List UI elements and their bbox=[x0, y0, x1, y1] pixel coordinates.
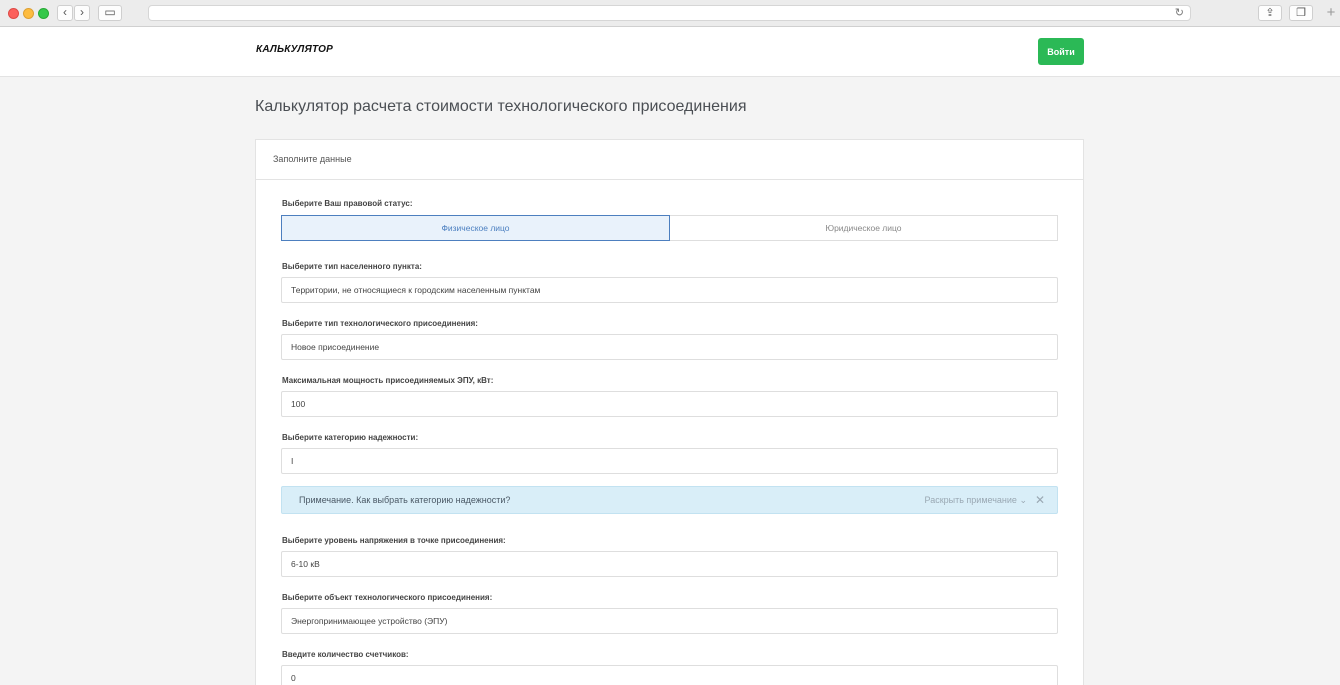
close-window-button[interactable] bbox=[8, 8, 19, 19]
chevron-down-icon: ⌄ bbox=[1019, 495, 1027, 505]
legal-status-individual[interactable]: Физическое лицо bbox=[281, 215, 670, 241]
object-select[interactable]: Энергопринимающее устройство (ЭПУ) bbox=[281, 608, 1058, 634]
back-button[interactable]: ‹ bbox=[57, 5, 73, 21]
address-bar[interactable]: ↻ bbox=[148, 5, 1191, 21]
settlement-type-label: Выберите тип населенного пункта: bbox=[282, 262, 422, 271]
legal-status-toggle: Физическое лицо Юридическое лицо bbox=[281, 215, 1058, 241]
new-tab-button[interactable]: + bbox=[1322, 5, 1340, 23]
minimize-window-button[interactable] bbox=[23, 8, 34, 19]
login-button[interactable]: Войти bbox=[1038, 38, 1084, 65]
tab-overview-button[interactable]: ❐ bbox=[1289, 5, 1313, 21]
card-heading: Заполните данные bbox=[256, 140, 1083, 180]
calculator-card: Заполните данные Выберите Ваш правовой с… bbox=[255, 139, 1084, 685]
max-power-label: Максимальная мощность присоединяемых ЭПУ… bbox=[282, 376, 494, 385]
share-button[interactable]: ⇪ bbox=[1258, 5, 1282, 21]
legal-status-legal-entity[interactable]: Юридическое лицо bbox=[670, 215, 1058, 241]
site-logo[interactable]: КАЛЬКУЛЯТОР bbox=[256, 44, 333, 55]
close-icon[interactable]: ✕ bbox=[1035, 493, 1045, 507]
zoom-window-button[interactable] bbox=[38, 8, 49, 19]
reload-icon[interactable]: ↻ bbox=[1175, 6, 1184, 21]
site-header: КАЛЬКУЛЯТОР Войти bbox=[0, 27, 1340, 77]
object-label: Выберите объект технологического присоед… bbox=[282, 593, 493, 602]
voltage-select[interactable]: 6-10 кВ bbox=[281, 551, 1058, 577]
expand-note-link[interactable]: Раскрыть примечание ⌄ bbox=[925, 495, 1028, 506]
reliability-label: Выберите категорию надежности: bbox=[282, 433, 419, 442]
settlement-type-select[interactable]: Территории, не относящиеся к городским н… bbox=[281, 277, 1058, 303]
page-title: Калькулятор расчета стоимости технологич… bbox=[255, 98, 747, 115]
meters-label: Введите количество счетчиков: bbox=[282, 650, 409, 659]
meters-input[interactable]: 0 bbox=[281, 665, 1058, 685]
reliability-note: Примечание. Как выбрать категорию надежн… bbox=[281, 486, 1058, 514]
forward-button[interactable]: › bbox=[74, 5, 90, 21]
max-power-input[interactable]: 100 bbox=[281, 391, 1058, 417]
sidebar-toggle-button[interactable]: ▭ bbox=[98, 5, 122, 21]
browser-toolbar: ‹ › ▭ ↻ ⇪ ❐ + bbox=[0, 0, 1340, 27]
connection-type-select[interactable]: Новое присоединение bbox=[281, 334, 1058, 360]
connection-type-label: Выберите тип технологического присоедине… bbox=[282, 319, 478, 328]
voltage-label: Выберите уровень напряжения в точке прис… bbox=[282, 536, 506, 545]
legal-status-label: Выберите Ваш правовой статус: bbox=[282, 199, 413, 208]
note-text: Примечание. Как выбрать категорию надежн… bbox=[299, 495, 511, 505]
reliability-select[interactable]: I bbox=[281, 448, 1058, 474]
expand-note-label: Раскрыть примечание bbox=[924, 495, 1017, 505]
